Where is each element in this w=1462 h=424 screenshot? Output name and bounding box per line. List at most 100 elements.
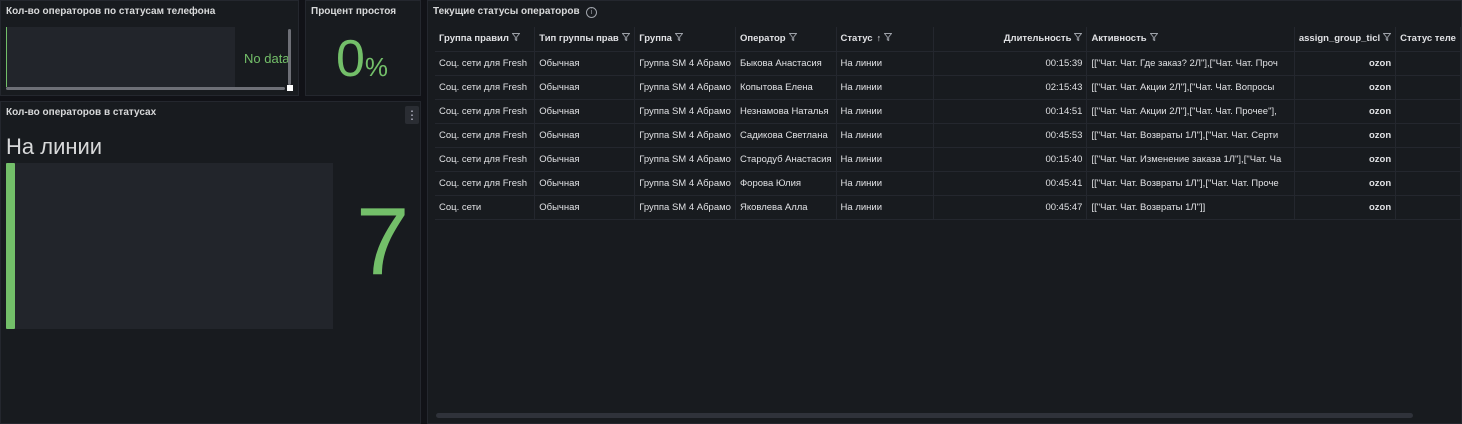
column-header[interactable]: assign_group_ticl [1294, 27, 1397, 52]
funnel-icon[interactable] [883, 33, 893, 43]
table-cell: 00:15:39 [933, 51, 1088, 76]
column-header[interactable]: Группа [634, 27, 736, 52]
panel-title: Процент простоя [311, 6, 397, 17]
funnel-icon[interactable] [788, 33, 798, 43]
table-cell: [["Чат. Чат. Возвраты 1Л"]] [1086, 195, 1295, 220]
table-cell: [["Чат. Чат. Возвраты 1Л"],["Чат. Чат. С… [1086, 123, 1295, 148]
table-cell: [["Чат. Чат. Акции 2Л"],["Чат. Чат. Проч… [1086, 99, 1295, 124]
funnel-icon[interactable] [511, 33, 521, 43]
column-header[interactable]: Тип группы прав [534, 27, 636, 52]
table-cell: Соц. сети [435, 195, 536, 220]
table-cell: Соц. сети для Fresh [435, 147, 536, 172]
table-row[interactable]: Соц. сети для Fresh Обычная Группа SM 4 Аб… [435, 123, 1461, 148]
panel-title: Текущие статусы операторов [433, 6, 580, 17]
table-cell: Незнамова Наталья [735, 99, 837, 124]
sort-ascending-icon[interactable]: ↑ [877, 33, 882, 43]
table-cell: 02:15:43 [933, 75, 1088, 100]
table-cell: ozon [1294, 147, 1397, 172]
bar-gauge-background [6, 163, 333, 329]
table-cell: Яковлева Алла [735, 195, 837, 220]
table-cell: Обычная [534, 147, 636, 172]
table-cell: Копытова Елена [735, 75, 837, 100]
table-cell: Обычная [534, 123, 636, 148]
table-cell: ozon [1294, 195, 1397, 220]
funnel-icon[interactable] [1074, 33, 1083, 43]
resize-corner[interactable] [287, 85, 293, 91]
table-cell: На линии [836, 123, 934, 148]
table-header-row: Группа правил Тип группы прав Группа Операт… [435, 27, 1461, 52]
status-count-value: 7 [356, 188, 410, 295]
table-cell: Группа SM 4 Абрамо [634, 99, 736, 124]
table-cell: 00:14:51 [933, 99, 1088, 124]
table-cell: ozon [1294, 99, 1397, 124]
column-header-label: Оператор [739, 33, 786, 45]
table-cell: Соц. сети для Fresh [435, 75, 536, 100]
column-header[interactable]: Группа правил [435, 27, 536, 52]
table-cell [1395, 123, 1461, 148]
idle-percent-panel: Процент простоя 0% [305, 0, 421, 96]
column-header-label: Статус теле [1400, 33, 1456, 45]
table-cell: На линии [836, 75, 934, 100]
table-row[interactable]: Соц. сети Обычная Группа SM 4 Абрамо Яковле… [435, 195, 1461, 220]
horizontal-scrollbar[interactable] [6, 87, 285, 90]
table-cell: Группа SM 4 Абрамо [634, 123, 736, 148]
table-cell [1395, 171, 1461, 196]
table-cell: На линии [836, 51, 934, 76]
column-header-label: Группа правил [439, 33, 509, 45]
table-cell: Группа SM 4 Абрамо [634, 51, 736, 76]
table-cell: Группа SM 4 Абрамо [634, 75, 736, 100]
stat-unit: % [364, 52, 389, 82]
column-header[interactable]: Оператор [735, 27, 837, 52]
table-cell: Обычная [534, 171, 636, 196]
table-horizontal-scrollbar[interactable] [436, 413, 1413, 418]
table-cell: ozon [1294, 123, 1397, 148]
no-data-label: No data [244, 51, 290, 66]
table-cell: На линии [836, 195, 934, 220]
table-cell: 00:15:40 [933, 147, 1088, 172]
column-header[interactable]: Статус теле [1395, 27, 1461, 52]
funnel-icon[interactable] [621, 33, 631, 43]
table-cell: ozon [1294, 75, 1397, 100]
table-cell [1395, 51, 1461, 76]
funnel-icon[interactable] [1382, 33, 1392, 43]
table-row[interactable]: Соц. сети для Fresh Обычная Группа SM 4 Аб… [435, 171, 1461, 196]
table-row[interactable]: Соц. сети для Fresh Обычная Группа SM 4 Аб… [435, 75, 1461, 100]
table-cell: Соц. сети для Fresh [435, 99, 536, 124]
funnel-icon[interactable] [674, 33, 684, 43]
vertical-scrollbar[interactable] [288, 29, 291, 85]
table-cell: Стародуб Анастасия [735, 147, 837, 172]
table-cell: На линии [836, 171, 934, 196]
table-cell [1395, 195, 1461, 220]
panel-menu-icon[interactable]: ⋮ [405, 106, 419, 124]
column-header-label: Тип группы прав [539, 33, 619, 45]
table-cell: [["Чат. Чат. Изменение заказа 1Л"],["Чат… [1086, 147, 1295, 172]
funnel-icon[interactable] [1149, 33, 1159, 43]
bar-gauge-fill [6, 163, 15, 329]
table-cell: Быкова Анастасия [735, 51, 837, 76]
table-row[interactable]: Соц. сети для Fresh Обычная Группа SM 4 Аб… [435, 99, 1461, 124]
column-header-label: Активность [1091, 33, 1147, 45]
table-cell: Группа SM 4 Абрамо [634, 147, 736, 172]
table-cell: 00:45:47 [933, 195, 1088, 220]
table-cell: ozon [1294, 171, 1397, 196]
table-cell: [["Чат. Чат. Акции 2Л"],["Чат. Чат. Вопр… [1086, 75, 1295, 100]
operator-status-table-panel: Текущие статусы операторов i Группа прав… [427, 0, 1462, 424]
column-header-label: Длительность [1003, 33, 1072, 45]
table-cell: На линии [836, 147, 934, 172]
table-cell: Обычная [534, 51, 636, 76]
table-cell [1395, 147, 1461, 172]
operator-table: Группа правил Тип группы прав Группа Операт… [435, 27, 1461, 220]
table-row[interactable]: Соц. сети для Fresh Обычная Группа SM 4 Аб… [435, 51, 1461, 76]
info-icon[interactable]: i [586, 7, 597, 18]
column-header[interactable]: Активность [1086, 27, 1295, 52]
column-header-label: Статус [840, 33, 873, 45]
table-cell: Группа SM 4 Абрамо [634, 195, 736, 220]
table-cell: Группа SM 4 Абрамо [634, 171, 736, 196]
table-cell: Обычная [534, 75, 636, 100]
table-cell: [["Чат. Чат. Где заказ? 2Л"],["Чат. Чат.… [1086, 51, 1295, 76]
table-row[interactable]: Соц. сети для Fresh Обычная Группа SM 4 Аб… [435, 147, 1461, 172]
column-header[interactable]: Статус ↑ [836, 27, 934, 52]
table-cell: Обычная [534, 99, 636, 124]
column-header[interactable]: Длительность [933, 27, 1088, 52]
table-cell: ozon [1294, 51, 1397, 76]
